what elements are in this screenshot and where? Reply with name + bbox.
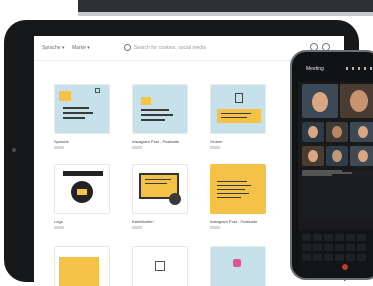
design-subtitle — [54, 146, 64, 149]
participant-video[interactable] — [350, 146, 373, 166]
sort-dropdown[interactable]: Marke ▾ — [72, 45, 90, 51]
chat-panel — [302, 170, 373, 220]
phone-device: Meeting — [290, 50, 373, 280]
design-title: Sprache — [54, 139, 69, 144]
design-subtitle — [132, 146, 142, 149]
search-placeholder: Search for cookies, social media — [134, 45, 206, 51]
design-title: Ordner — [210, 139, 223, 144]
design-thumbnail — [210, 84, 266, 134]
tablet-camera — [12, 148, 16, 152]
design-thumbnail — [132, 246, 188, 286]
design-card[interactable]: Instagram Post - Postkarte — [132, 84, 188, 149]
trackpoint — [342, 264, 348, 270]
design-subtitle — [54, 226, 64, 229]
design-thumbnail — [210, 164, 266, 214]
design-thumbnail — [54, 84, 110, 134]
design-thumbnail — [132, 84, 188, 134]
call-title: Meeting — [306, 66, 324, 72]
background-keyboard — [78, 0, 373, 16]
participant-video[interactable] — [302, 84, 338, 118]
design-card[interactable]: Karteikarten — [132, 164, 188, 229]
filter-dropdown[interactable]: Sprache ▾ — [42, 45, 65, 51]
design-thumbnail — [210, 246, 266, 286]
participant-video[interactable] — [326, 146, 348, 166]
participant-video[interactable] — [326, 122, 348, 142]
design-card[interactable] — [54, 246, 110, 286]
status-dots — [346, 67, 373, 70]
design-title: Instagram Post - Postkarte — [210, 219, 258, 224]
design-card[interactable]: Sprache — [54, 84, 110, 149]
video-call-header: Meeting — [298, 60, 373, 78]
participant-video[interactable] — [302, 146, 324, 166]
design-title: Instagram Post - Postkarte — [132, 139, 180, 144]
search-input[interactable]: Search for cookies, social media — [124, 43, 294, 53]
design-subtitle — [132, 226, 142, 229]
design-card[interactable] — [132, 246, 188, 286]
participant-video[interactable] — [350, 122, 373, 142]
design-subtitle — [210, 146, 220, 149]
design-card[interactable]: Logo — [54, 164, 110, 229]
design-title: Karteikarten — [132, 219, 154, 224]
design-thumbnail — [54, 246, 110, 286]
search-icon — [124, 44, 131, 51]
design-title: Logo — [54, 219, 63, 224]
design-card[interactable]: Ordner — [210, 84, 266, 149]
design-card[interactable] — [210, 246, 266, 286]
design-card[interactable]: Instagram Post - Postkarte — [210, 164, 266, 229]
design-thumbnail — [54, 164, 110, 214]
design-thumbnail — [132, 164, 188, 214]
design-subtitle — [210, 226, 220, 229]
participant-video[interactable] — [340, 84, 373, 118]
participant-video[interactable] — [302, 122, 324, 142]
laptop-keyboard — [298, 230, 373, 278]
